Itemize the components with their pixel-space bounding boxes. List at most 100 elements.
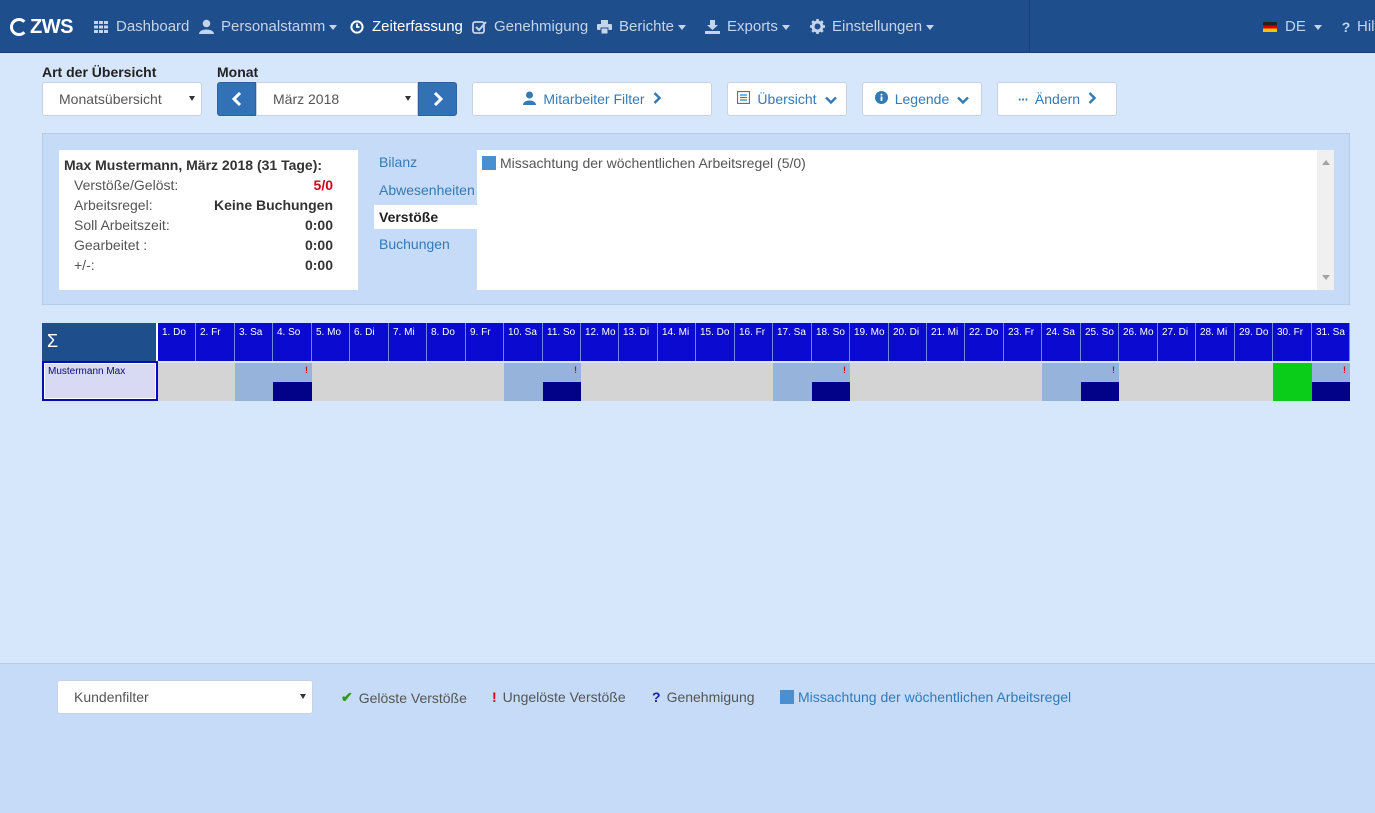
nav-dashboard-label: Dashboard (116, 18, 190, 35)
next-month-button[interactable] (418, 82, 457, 116)
day-cell-violation[interactable]: ! (1081, 363, 1119, 401)
customer-filter-select[interactable]: Kundenfilter (57, 680, 313, 714)
day-cell[interactable] (889, 363, 927, 401)
tab-bilanz[interactable]: Bilanz (374, 150, 478, 174)
language-selector[interactable]: DE (1263, 0, 1322, 53)
violations-list: Missachtung der wöchentlichen Arbeitsreg… (477, 150, 1334, 290)
summary-value: 0:00 (304, 257, 333, 273)
day-header: 5. Mo (312, 323, 350, 361)
day-cell-violation[interactable]: ! (1312, 363, 1350, 401)
day-cell[interactable] (1196, 363, 1235, 401)
day-cell[interactable] (850, 363, 889, 401)
clock-icon (349, 19, 365, 34)
day-header: 19. Mo (850, 323, 889, 361)
day-cell[interactable] (696, 363, 735, 401)
employee-filter-label: Mitarbeiter Filter (543, 91, 645, 107)
previous-month-button[interactable] (217, 82, 256, 116)
day-cell[interactable] (658, 363, 696, 401)
nav-dashboard[interactable]: Dashboard (93, 0, 189, 53)
nav-berichte[interactable]: Berichte (596, 0, 687, 53)
scrollbar[interactable] (1317, 150, 1334, 290)
employee-row-name[interactable]: Mustermann Max (42, 361, 158, 401)
day-cell[interactable] (735, 363, 773, 401)
day-header: 18. So (812, 323, 850, 361)
day-header: 12. Mo (581, 323, 619, 361)
nav-genehmigung[interactable]: Genehmigung (471, 0, 588, 53)
day-header: 27. Di (1158, 323, 1196, 361)
day-header: 15. Do (696, 323, 735, 361)
day-cell[interactable] (427, 363, 466, 401)
month-select[interactable]: März 2018 (256, 82, 418, 116)
day-cell-violation[interactable]: ! (273, 363, 312, 401)
day-cell[interactable] (350, 363, 389, 401)
violation-color-swatch (780, 690, 794, 704)
exclamation-icon: ! (492, 689, 497, 705)
nav-einstellungen[interactable]: Einstellungen (809, 0, 935, 53)
day-cell[interactable] (466, 363, 504, 401)
violation-bar (1081, 382, 1119, 401)
nav-berichte-label: Berichte (619, 18, 675, 35)
list-icon (737, 90, 751, 107)
violation-bar (273, 382, 312, 401)
nav-zeiterfassung[interactable]: Zeiterfassung (349, 0, 463, 53)
language-label: DE (1285, 18, 1306, 35)
summary-row: Soll Arbeitszeit: 0:00 (64, 215, 353, 235)
logo-ring-icon (10, 18, 28, 36)
select-arrow-icon (300, 694, 306, 699)
legend-label: Gelöste Verstöße (358, 689, 467, 706)
day-cell[interactable] (312, 363, 350, 401)
exclamation-icon: ! (1112, 365, 1115, 375)
day-cell[interactable] (927, 363, 965, 401)
day-cell[interactable] (196, 363, 235, 401)
day-header: 1. Do (158, 323, 196, 361)
tab-abwesenheiten[interactable]: Abwesenheiten (374, 178, 478, 202)
day-header: 7. Mi (389, 323, 427, 361)
month-label: Monat (217, 64, 259, 80)
legend-button-label: Legende (894, 91, 950, 107)
day-cell[interactable] (619, 363, 658, 401)
change-button[interactable]: ··· Ändern (997, 82, 1117, 116)
overview-button[interactable]: Übersicht (727, 82, 847, 116)
sigma-header: Σ (42, 323, 158, 361)
day-cell-violation[interactable]: ! (543, 363, 581, 401)
zws-logo[interactable]: ZWS (10, 14, 73, 40)
day-cell[interactable] (773, 363, 812, 401)
day-cell[interactable] (158, 363, 196, 401)
overview-type-select[interactable]: Monatsübersicht (42, 82, 202, 116)
day-cell[interactable] (1158, 363, 1196, 401)
day-cell[interactable] (235, 363, 273, 401)
day-header: 21. Mi (927, 323, 965, 361)
chevron-left-icon (231, 92, 241, 106)
employee-filter-button[interactable]: Mitarbeiter Filter (472, 82, 712, 116)
day-cell[interactable] (965, 363, 1004, 401)
info-icon (874, 91, 888, 107)
day-cell[interactable] (1235, 363, 1273, 401)
nav-personalstamm[interactable]: Personalstamm (198, 0, 338, 53)
chevron-down-icon (329, 25, 338, 30)
violation-item[interactable]: Missachtung der wöchentlichen Arbeitsreg… (482, 155, 806, 171)
employee-name: Mustermann Max (44, 363, 156, 399)
scroll-up-icon[interactable] (1322, 160, 1330, 165)
legend-approval: ? Genehmigung (652, 689, 755, 705)
day-cell[interactable] (1119, 363, 1158, 401)
tab-buchungen[interactable]: Buchungen (374, 232, 478, 256)
day-cell[interactable] (1004, 363, 1042, 401)
day-cell[interactable] (581, 363, 619, 401)
day-header: 8. Do (427, 323, 466, 361)
legend-label: Genehmigung (666, 689, 755, 705)
violation-color-swatch (482, 156, 496, 170)
tab-verstoesse[interactable]: Verstöße (374, 205, 478, 229)
day-cell[interactable] (1042, 363, 1081, 401)
day-cell[interactable] (504, 363, 543, 401)
nav-exports[interactable]: Exports (704, 0, 790, 53)
month-value: März 2018 (273, 91, 340, 107)
legend-button[interactable]: Legende (862, 82, 982, 116)
nav-help[interactable]: ? Hilfe (1341, 0, 1375, 53)
day-header: 17. Sa (773, 323, 812, 361)
scroll-down-icon[interactable] (1322, 275, 1330, 280)
day-cell[interactable] (1273, 363, 1312, 401)
gear-icon (809, 19, 825, 34)
day-cell[interactable] (389, 363, 427, 401)
chevron-down-icon (1313, 25, 1322, 30)
day-cell-violation[interactable]: ! (812, 363, 850, 401)
